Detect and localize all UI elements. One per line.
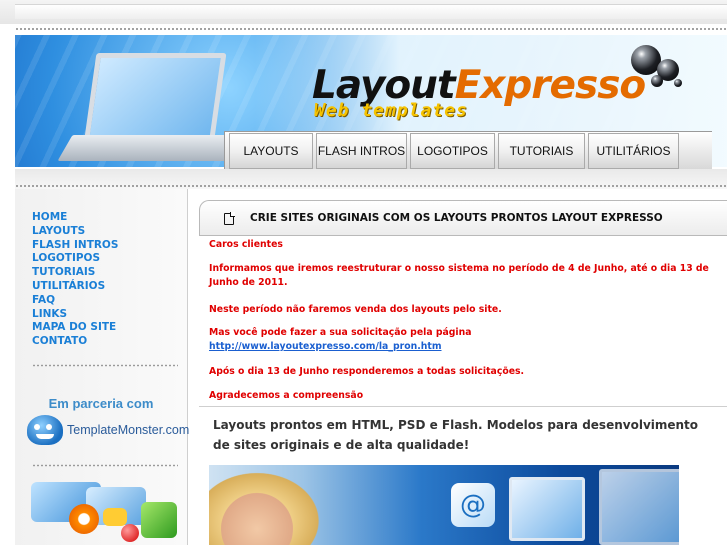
partner-heading: Em parceria com	[48, 396, 154, 411]
logo-ball-tiny	[674, 79, 682, 87]
notice-paragraph-3: Mas você pode fazer a sua solicitação pe…	[209, 327, 472, 338]
laptop-image	[57, 53, 263, 163]
nav-tutoriais[interactable]: TUTORIAIS	[498, 133, 585, 169]
email-at-icon: @	[451, 483, 495, 527]
notice-paragraph-4: Após o dia 13 de Junho responderemos a t…	[209, 366, 525, 377]
logo-ball-small	[651, 75, 663, 87]
notice-greeting: Caros clientes	[209, 239, 283, 250]
laptop-screen	[83, 53, 227, 145]
sidebar-menu: HOME LAYOUTS FLASH INTROS LOGOTIPOS TUTO…	[32, 211, 118, 349]
notice-paragraph-2: Neste período não faremos venda dos layo…	[209, 304, 502, 315]
notice-paragraph-1: Informamos que iremos reestruturar o nos…	[209, 263, 709, 288]
sidebar-link-faq[interactable]: FAQ	[32, 294, 118, 308]
software-icons-banner[interactable]	[31, 482, 179, 545]
monitor-graphic-1	[509, 477, 585, 541]
folder-icon	[103, 508, 127, 526]
intro-text: Layouts prontos em HTML, PSD e Flash. Mo…	[213, 418, 699, 452]
main-content: CRIE SITES ORIGINAIS COM OS LAYOUTS PRON…	[199, 197, 727, 545]
mid-dotted-border	[15, 184, 727, 188]
nav-flash-intros[interactable]: FLASH INTROS	[316, 133, 407, 169]
sidebar-link-tutoriais[interactable]: TUTORIAIS	[32, 266, 118, 280]
monster-mascot-icon	[27, 415, 63, 445]
sidebar-dotted-divider-1	[32, 364, 178, 367]
monitor-graphic-2	[599, 469, 679, 545]
top-bar	[0, 0, 727, 24]
red-ball-icon	[121, 524, 139, 542]
sidebar-link-utilitarios[interactable]: UTILITÁRIOS	[32, 280, 118, 294]
sidebar-link-home[interactable]: HOME	[32, 211, 118, 225]
document-icon	[224, 212, 235, 225]
nav-layouts[interactable]: LAYOUTS	[229, 133, 313, 169]
nav-utilitarios[interactable]: UTILITÁRIOS	[588, 133, 679, 169]
nav-logotipos[interactable]: LOGOTIPOS	[410, 133, 495, 169]
notice-paragraph-5: Agradecemos a compreensão	[209, 390, 364, 401]
top-dotted-border	[15, 27, 727, 31]
content-divider	[199, 406, 727, 407]
partner-name: TemplateMonster.com	[67, 423, 190, 437]
sidebar-link-mapa-do-site[interactable]: MAPA DO SITE	[32, 321, 118, 335]
notice-link[interactable]: http://www.layoutexpresso.com/la_pron.ht…	[209, 341, 442, 352]
woman-face	[221, 475, 293, 545]
sidebar-dotted-divider-2	[32, 464, 178, 467]
promo-photo: @	[209, 465, 679, 545]
left-sidebar: HOME LAYOUTS FLASH INTROS LOGOTIPOS TUTO…	[15, 189, 190, 545]
sidebar-link-contato[interactable]: CONTATO	[32, 335, 118, 349]
main-navigation: LAYOUTS FLASH INTROS LOGOTIPOS TUTORIAIS…	[224, 131, 712, 169]
content-panel-title: CRIE SITES ORIGINAIS COM OS LAYOUTS PRON…	[250, 212, 663, 224]
sidebar-link-flash-intros[interactable]: FLASH INTROS	[32, 239, 118, 253]
content-panel-header: CRIE SITES ORIGINAIS COM OS LAYOUTS PRON…	[199, 200, 727, 236]
sidebar-link-layouts[interactable]: LAYOUTS	[32, 225, 118, 239]
notice-link-line: http://www.layoutexpresso.com/la_pron.ht…	[209, 340, 709, 354]
logo-part-2: Expresso	[454, 63, 647, 108]
sidebar-link-links[interactable]: LINKS	[32, 308, 118, 322]
sidebar-link-logotipos[interactable]: LOGOTIPOS	[32, 252, 118, 266]
site-tagline: Web templates	[314, 100, 468, 121]
top-bar-strip	[15, 4, 727, 19]
orange-disc-icon	[69, 504, 99, 534]
green-box-icon	[141, 502, 177, 538]
templatemonster-banner[interactable]: TemplateMonster.com	[27, 413, 190, 449]
